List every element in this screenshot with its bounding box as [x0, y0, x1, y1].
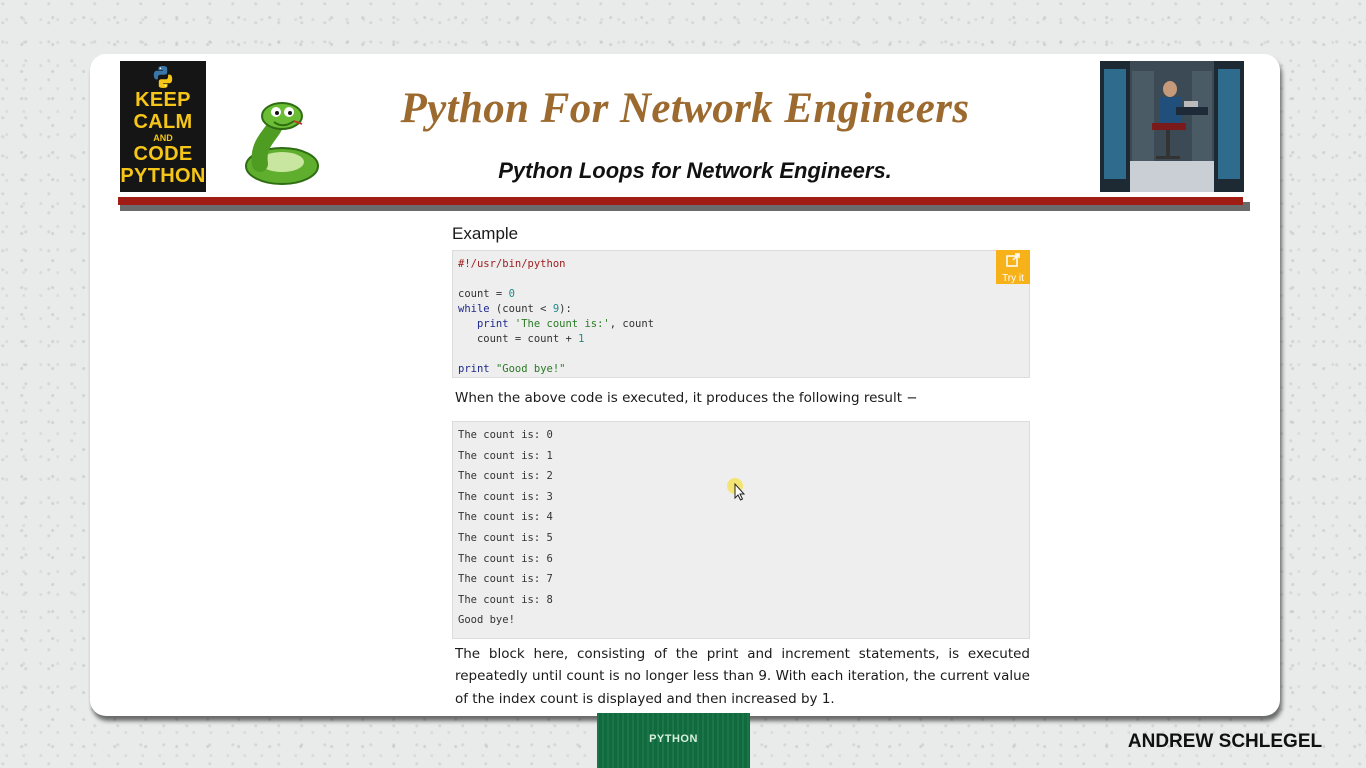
keep-calm-text-calm: CALM — [133, 111, 193, 133]
keep-calm-text-python: PYTHON — [120, 165, 206, 187]
page-title: Python For Network Engineers — [400, 85, 970, 132]
output-line: The count is: 5 — [458, 531, 553, 544]
tutorial-content: Example #!/usr/bin/python count = 0 whil… — [452, 224, 1030, 710]
explanation-text: The block here, consisting of the print … — [455, 646, 1030, 707]
keep-calm-text-and: AND — [153, 133, 173, 143]
output-box: The count is: 0 The count is: 1 The coun… — [452, 421, 1030, 639]
output-line: The count is: 6 — [458, 552, 553, 565]
keep-calm-text-code: CODE — [133, 143, 193, 165]
output-line: The count is: 7 — [458, 573, 553, 586]
try-it-button[interactable]: Try it — [996, 250, 1030, 284]
example-heading: Example — [452, 224, 519, 243]
output-line: The count is: 0 — [458, 429, 553, 441]
keep-calm-text-keep: KEEP — [135, 89, 191, 111]
datacenter-photo-illustration — [1100, 61, 1244, 192]
python-logo-icon — [153, 66, 173, 88]
slide-panel: KEEP CALM AND CODE PYTHON Python For Net… — [90, 54, 1280, 716]
header-divider — [118, 197, 1243, 205]
output-line: The count is: 1 — [458, 449, 553, 462]
page-subtitle: Python Loops for Network Engineers. — [498, 158, 892, 183]
code-line: print "Good bye!" — [458, 363, 566, 375]
python-banner-thumbnail: PYTHON — [597, 713, 750, 768]
external-link-icon — [1006, 253, 1020, 267]
code-line: print 'The count is:', count — [476, 318, 654, 330]
code-line: count = count + 1 — [458, 333, 585, 345]
snake-mascot-icon — [245, 102, 319, 185]
output-line: Good bye! — [458, 614, 515, 627]
code-line: #!/usr/bin/python — [458, 258, 566, 270]
author-name: ANDREW SCHLEGEL — [1127, 731, 1323, 752]
mouse-pointer-icon — [727, 478, 746, 501]
code-line: while (count < 9): — [458, 303, 572, 315]
output-line: The count is: 4 — [458, 511, 553, 524]
try-it-label: Try it — [1002, 273, 1024, 284]
code-example-box: #!/usr/bin/python count = 0 while (count… — [452, 250, 1030, 378]
output-line: The count is: 8 — [458, 593, 553, 606]
network-engineer-photo — [1100, 61, 1244, 192]
code-line: count = 0 — [458, 288, 515, 300]
result-intro-text: When the above code is executed, it prod… — [455, 390, 918, 406]
keep-calm-logo: KEEP CALM AND CODE PYTHON — [120, 61, 206, 192]
